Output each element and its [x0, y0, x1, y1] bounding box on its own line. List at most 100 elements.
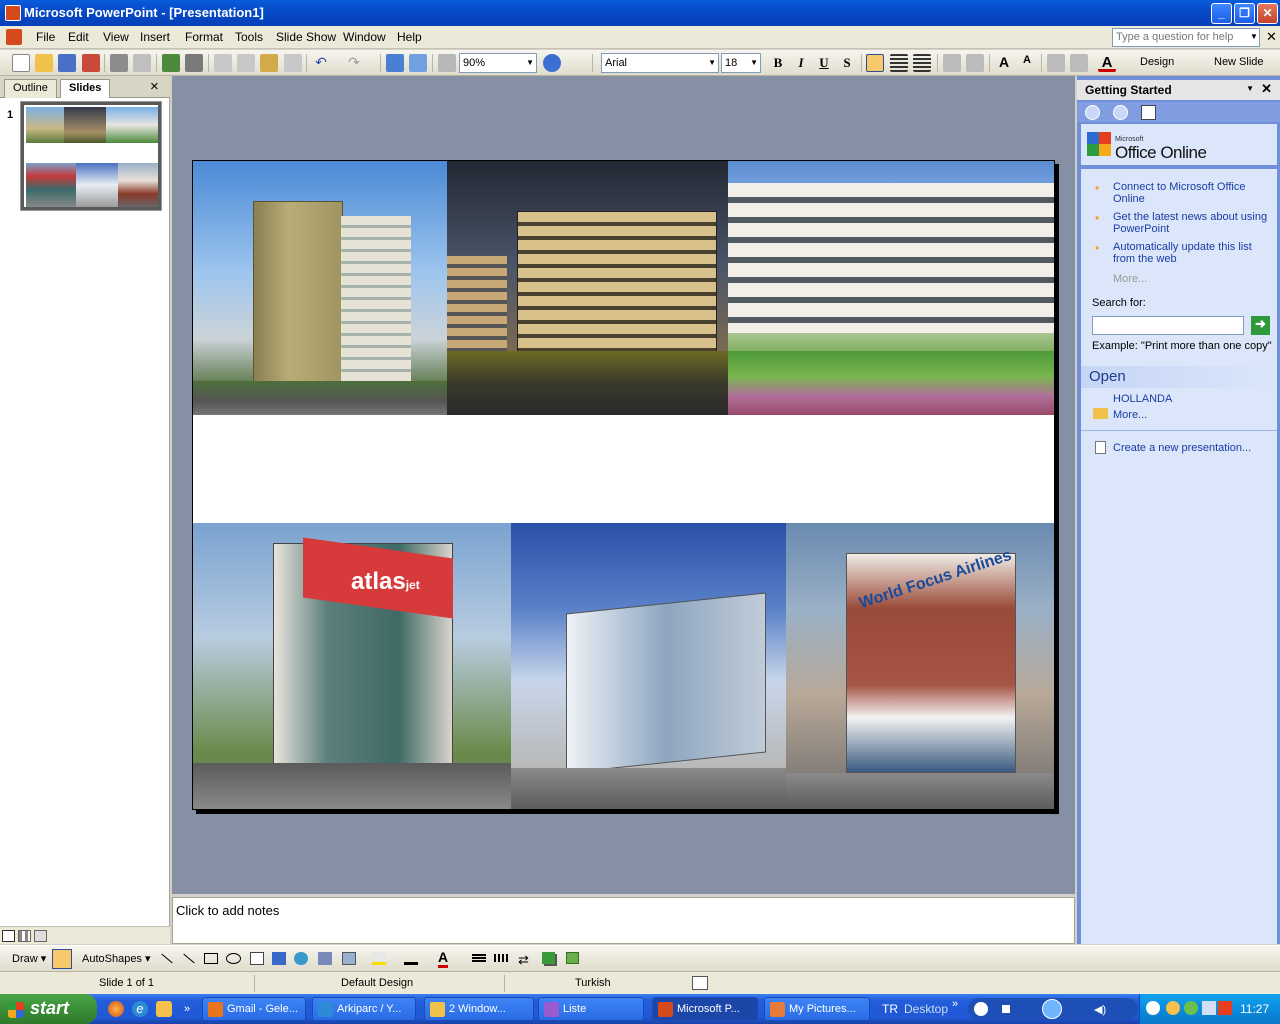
fill-color-icon[interactable]: [372, 952, 386, 965]
tab-outline[interactable]: Outline: [4, 79, 57, 98]
quicklaunch-icon[interactable]: [156, 1001, 172, 1017]
slide-sorter-view-icon[interactable]: [18, 930, 31, 942]
play-icon[interactable]: [974, 1002, 988, 1016]
photo-office-dusk[interactable]: [447, 161, 728, 415]
font-color-icon[interactable]: A: [1098, 54, 1116, 72]
print-preview-icon[interactable]: [133, 54, 151, 72]
align-right-icon[interactable]: [913, 54, 931, 72]
quicklaunch-expand-icon[interactable]: »: [184, 1003, 190, 1015]
recent-file-hollanda[interactable]: HOLLANDA: [1113, 393, 1172, 405]
insert-table-icon[interactable]: [409, 54, 427, 72]
close-button[interactable]: ✕: [1257, 3, 1278, 24]
stop-icon[interactable]: [1002, 1005, 1010, 1013]
menu-edit[interactable]: Edit: [68, 30, 89, 44]
permission-icon[interactable]: [82, 54, 100, 72]
photo-residential-tower[interactable]: [193, 161, 447, 415]
spelling-icon[interactable]: [162, 54, 180, 72]
spelling-status-icon[interactable]: [692, 976, 708, 990]
rectangle-icon[interactable]: [204, 953, 218, 964]
help-dropdown-icon[interactable]: ▼: [1250, 32, 1258, 41]
oval-icon[interactable]: [226, 953, 241, 964]
task-liste[interactable]: Liste: [538, 997, 644, 1021]
link-connect-office-online[interactable]: Connect to Microsoft Office Online: [1113, 181, 1273, 205]
bold-button[interactable]: B: [768, 53, 788, 73]
search-input[interactable]: [1092, 316, 1244, 335]
menu-slide-show[interactable]: Slide Show: [276, 30, 336, 44]
menu-format[interactable]: Format: [185, 30, 223, 44]
pause-icon[interactable]: [1042, 999, 1062, 1019]
minimize-button[interactable]: _: [1211, 3, 1232, 24]
photo-apartment-complex[interactable]: [728, 161, 1054, 415]
font-name-combo[interactable]: Arial ▼: [601, 53, 719, 73]
menu-insert[interactable]: Insert: [140, 30, 170, 44]
slide-show-view-icon[interactable]: [34, 930, 47, 942]
task-gmail[interactable]: Gmail - Gele...: [202, 997, 306, 1021]
new-icon[interactable]: [12, 54, 30, 72]
print-icon[interactable]: [110, 54, 128, 72]
arrow-icon[interactable]: [183, 953, 195, 964]
tray-app-icon[interactable]: [1166, 1001, 1180, 1015]
format-painter-icon[interactable]: [284, 54, 302, 72]
align-center-icon[interactable]: [890, 54, 908, 72]
wordart-icon[interactable]: [272, 952, 286, 965]
task-arkiparc[interactable]: Arkiparc / Y...: [312, 997, 416, 1021]
link-auto-update[interactable]: Automatically update this list from the …: [1113, 241, 1273, 265]
menu-file[interactable]: File: [36, 30, 55, 44]
select-objects-icon[interactable]: [52, 949, 72, 969]
paste-icon[interactable]: [260, 54, 278, 72]
restore-button[interactable]: ❐: [1234, 3, 1255, 24]
line-icon[interactable]: [161, 953, 173, 964]
italic-button[interactable]: I: [791, 53, 811, 73]
task-powerpoint[interactable]: Microsoft P...: [652, 997, 758, 1021]
menu-help[interactable]: Help: [397, 30, 422, 44]
diagram-icon[interactable]: [294, 952, 308, 965]
menu-tools[interactable]: Tools: [235, 30, 263, 44]
tray-security-icon[interactable]: [1218, 1001, 1232, 1015]
menu-view[interactable]: View: [103, 30, 129, 44]
decrease-font-icon[interactable]: A: [1018, 54, 1036, 72]
photo-atlas-building[interactable]: atlasjet: [193, 523, 511, 809]
tray-expand-icon[interactable]: [1146, 1001, 1160, 1015]
tray-network-icon[interactable]: [1184, 1001, 1198, 1015]
open-more-link[interactable]: More...: [1113, 409, 1147, 421]
task-my-pictures[interactable]: My Pictures...: [764, 997, 870, 1021]
line-color-icon[interactable]: [404, 952, 418, 965]
home-icon[interactable]: [1141, 105, 1156, 120]
task-windows-explorer[interactable]: 2 Window...: [424, 997, 534, 1021]
back-icon[interactable]: [1085, 105, 1100, 120]
cut-icon[interactable]: [214, 54, 232, 72]
show-grid-icon[interactable]: [438, 54, 456, 72]
notes-field[interactable]: Click to add notes: [172, 897, 1075, 944]
firefox-quicklaunch-icon[interactable]: [108, 1001, 124, 1017]
insert-chart-icon[interactable]: [386, 54, 404, 72]
shadow-button[interactable]: S: [837, 53, 857, 73]
shadow-style-icon[interactable]: [542, 952, 555, 964]
slide-thumbnail[interactable]: [21, 102, 161, 210]
link-latest-news[interactable]: Get the latest news about using PowerPoi…: [1113, 211, 1273, 235]
new-slide-button[interactable]: New Slide: [1214, 56, 1264, 68]
volume-icon[interactable]: ◀): [1094, 1003, 1106, 1016]
clip-art-icon[interactable]: [318, 952, 332, 965]
tray-monitor-icon[interactable]: [1202, 1001, 1216, 1015]
dash-style-icon[interactable]: [494, 954, 508, 962]
slide-canvas[interactable]: atlasjet World Focus Airlines: [192, 160, 1055, 810]
close-icon[interactable]: ✕: [1261, 81, 1272, 97]
undo-icon[interactable]: ↶: [312, 54, 330, 72]
photo-world-focus-building[interactable]: World Focus Airlines: [786, 523, 1054, 809]
photo-modern-commercial[interactable]: [511, 523, 786, 809]
bullets-icon[interactable]: [966, 54, 984, 72]
save-icon[interactable]: [58, 54, 76, 72]
close-document-icon[interactable]: ✕: [1266, 29, 1277, 45]
font-color-icon[interactable]: A: [438, 949, 449, 968]
ie-quicklaunch-icon[interactable]: e: [132, 1001, 148, 1017]
design-button[interactable]: Design: [1140, 56, 1174, 68]
menu-window[interactable]: Window: [343, 30, 386, 44]
document-icon[interactable]: [6, 29, 22, 45]
start-button[interactable]: start: [0, 994, 97, 1024]
forward-icon[interactable]: [1113, 105, 1128, 120]
font-size-combo[interactable]: 18 ▼: [721, 53, 761, 73]
redo-icon[interactable]: ↷: [345, 54, 363, 72]
open-icon[interactable]: [35, 54, 53, 72]
decrease-indent-icon[interactable]: [1047, 54, 1065, 72]
create-new-presentation-link[interactable]: Create a new presentation...: [1113, 442, 1251, 454]
